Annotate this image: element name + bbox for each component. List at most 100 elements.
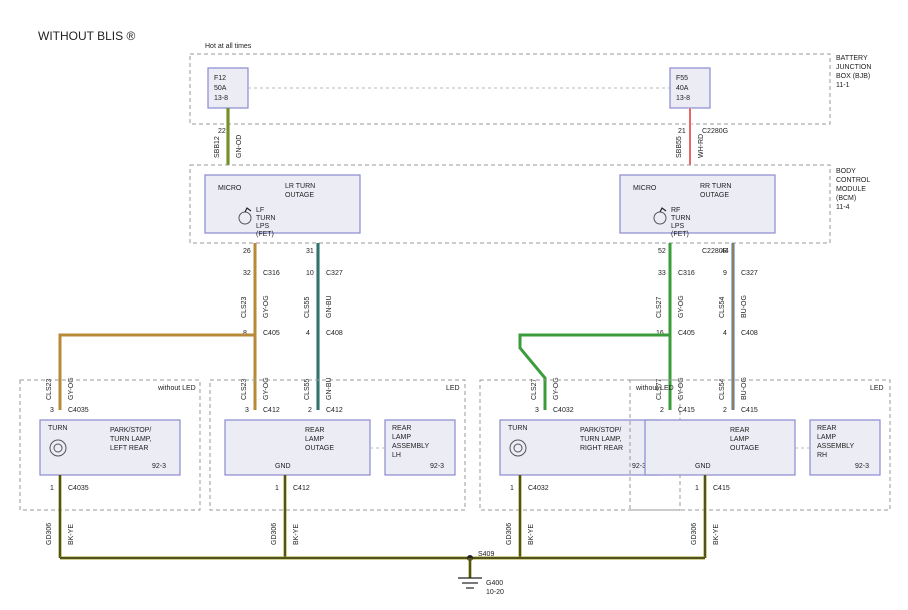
pin-c408-4r: 4 <box>723 330 727 337</box>
lbl-bk-ye-4: BK-YE <box>713 524 720 545</box>
lbl-gy-og-3: GY-OG <box>263 377 270 400</box>
wiring-diagram: WITHOUT BLIS ® Hot at all times BATTERY … <box>0 0 908 610</box>
rear-lo-l-box <box>225 420 370 475</box>
lbl-wh-rd: WH-RD <box>698 134 705 158</box>
lamp-lr-t1: PARK/STOP/ <box>110 427 151 434</box>
lbl-cls54-2: CLS54 <box>719 378 726 400</box>
assy-lh-t1: REAR <box>392 425 411 432</box>
conn-c412-b: C412 <box>293 485 310 492</box>
assy-lh-ref: 92-3 <box>430 463 444 470</box>
conn-c327-l: C327 <box>326 270 343 277</box>
lbl-bk-ye-1: BK-YE <box>68 524 75 545</box>
lamp-lr-t3: LEFT REAR <box>110 445 148 452</box>
lbl-gy-og-2: GY-OG <box>68 377 75 400</box>
conn-c4035-b: C4035 <box>68 485 89 492</box>
bcm-micro-l: MICRO <box>218 185 242 192</box>
assy-rh-t3: ASSEMBLY <box>817 443 855 450</box>
rear-lo-l-gnd: GND <box>275 463 291 470</box>
bcm-title4: (BCM) <box>836 195 856 202</box>
lbl-gy-og-1: GY-OG <box>263 295 270 318</box>
bcm-title5: 11-4 <box>836 204 850 211</box>
lamp-lr-turn: TURN <box>48 425 67 432</box>
lbl-cls23-1: CLS23 <box>241 296 248 318</box>
bjb-dashed-box <box>190 54 830 124</box>
pin-c4032-3: 3 <box>535 407 539 414</box>
fuse-f12-name: F12 <box>214 75 226 82</box>
assy-lh-t2: LAMP <box>392 434 411 441</box>
assy-rh-ref: 92-3 <box>855 463 869 470</box>
rear-lo-r-box <box>645 420 795 475</box>
pin-c327-10: 10 <box>306 270 314 277</box>
bcm-title1: BODY <box>836 168 856 175</box>
lbl-gn-od: GN-OD <box>236 135 243 158</box>
conn-c412-tl: C412 <box>263 407 280 414</box>
conn-c316-r: C316 <box>678 270 695 277</box>
conn-c4035-t: C4035 <box>68 407 89 414</box>
bcm-title2: CONTROL <box>836 177 870 184</box>
pin-bcm-26: 26 <box>243 248 251 255</box>
lbl-gd306-4: GD306 <box>691 523 698 545</box>
assy-lh-t3: ASSEMBLY <box>392 443 430 450</box>
conn-c412-tr: C412 <box>326 407 343 414</box>
lbl-cls55-2: CLS55 <box>304 378 311 400</box>
lamp-lr-ref: 92-3 <box>152 463 166 470</box>
conn-c316-l: C316 <box>263 270 280 277</box>
wire-cls23-h <box>60 335 255 410</box>
bcm-micro-r: MICRO <box>633 185 657 192</box>
conn-c2280g: C2280G <box>702 128 728 135</box>
conn-c4032-t: C4032 <box>553 407 574 414</box>
rear-lo-l-t1: REAR <box>305 427 324 434</box>
lamp-rr-turn: TURN <box>508 425 527 432</box>
lbl-without-led-l: without LED <box>157 385 196 392</box>
conn-c327-r: C327 <box>741 270 758 277</box>
pin-bcm-31: 31 <box>306 248 314 255</box>
bcm-lf-box <box>205 175 360 233</box>
rear-lo-l-t2: LAMP <box>305 436 324 443</box>
lbl-cls27-1: CLS27 <box>656 296 663 318</box>
fuse-f12-amps: 50A <box>214 85 227 92</box>
lbl-led-l: LED <box>446 385 460 392</box>
pin-c316-33: 33 <box>658 270 666 277</box>
pin-bcm-52: 52 <box>658 248 666 255</box>
conn-c415-tl: C415 <box>678 407 695 414</box>
bjb-title1: BATTERY <box>836 55 868 62</box>
conn-c4032-b: C4032 <box>528 485 549 492</box>
lbl-cls27-2: CLS27 <box>531 378 538 400</box>
rear-lo-r-gnd: GND <box>695 463 711 470</box>
pin-c4035-3: 3 <box>50 407 54 414</box>
bjb-title4: 11-1 <box>836 82 850 89</box>
conn-c405-l: C405 <box>263 330 280 337</box>
lbl-bk-ye-2: BK-YE <box>293 524 300 545</box>
lamp-rr-t2: TURN LAMP, <box>580 436 622 443</box>
lbl-cls23-3: CLS23 <box>241 378 248 400</box>
conn-c408-l: C408 <box>326 330 343 337</box>
lbl-gd306-2: GD306 <box>271 523 278 545</box>
wire-cls27-h <box>520 335 670 410</box>
pin-c316-32: 32 <box>243 270 251 277</box>
bjb-title3: BOX (BJB) <box>836 73 870 80</box>
pin-c4032-1: 1 <box>510 485 514 492</box>
hot-label: Hot at all times <box>205 43 252 50</box>
fuse-f12-ref: 13-8 <box>214 95 228 102</box>
fuse-f55-ref: 13-8 <box>676 95 690 102</box>
lamp-lr-t2: TURN LAMP, <box>110 436 152 443</box>
lamp-rr-ref: 92-3 <box>632 463 646 470</box>
pin-c408-4l: 4 <box>306 330 310 337</box>
pin-c327-9: 9 <box>723 270 727 277</box>
lbl-led-r: LED <box>870 385 884 392</box>
rear-lo-r-t3: OUTAGE <box>730 445 759 452</box>
lbl-gn-bu-1: GN-BU <box>326 295 333 318</box>
pin-c415-1: 1 <box>695 485 699 492</box>
assy-rh-t1: REAR <box>817 425 836 432</box>
lbl-gd306-1: GD306 <box>46 523 53 545</box>
conn-c415-b: C415 <box>713 485 730 492</box>
pin-bjb-22: 22 <box>218 128 226 135</box>
lbl-gy-og-5: GY-OG <box>553 377 560 400</box>
lbl-sbb55: SBB55 <box>676 136 683 158</box>
pin-c415-2r: 2 <box>723 407 727 414</box>
assy-rh-t2: LAMP <box>817 434 836 441</box>
lbl-g400ref: 10-20 <box>486 589 504 596</box>
lbl-gy-og-6: GY-OG <box>678 377 685 400</box>
pin-c412-1: 1 <box>275 485 279 492</box>
rear-lo-l-t3: OUTAGE <box>305 445 334 452</box>
